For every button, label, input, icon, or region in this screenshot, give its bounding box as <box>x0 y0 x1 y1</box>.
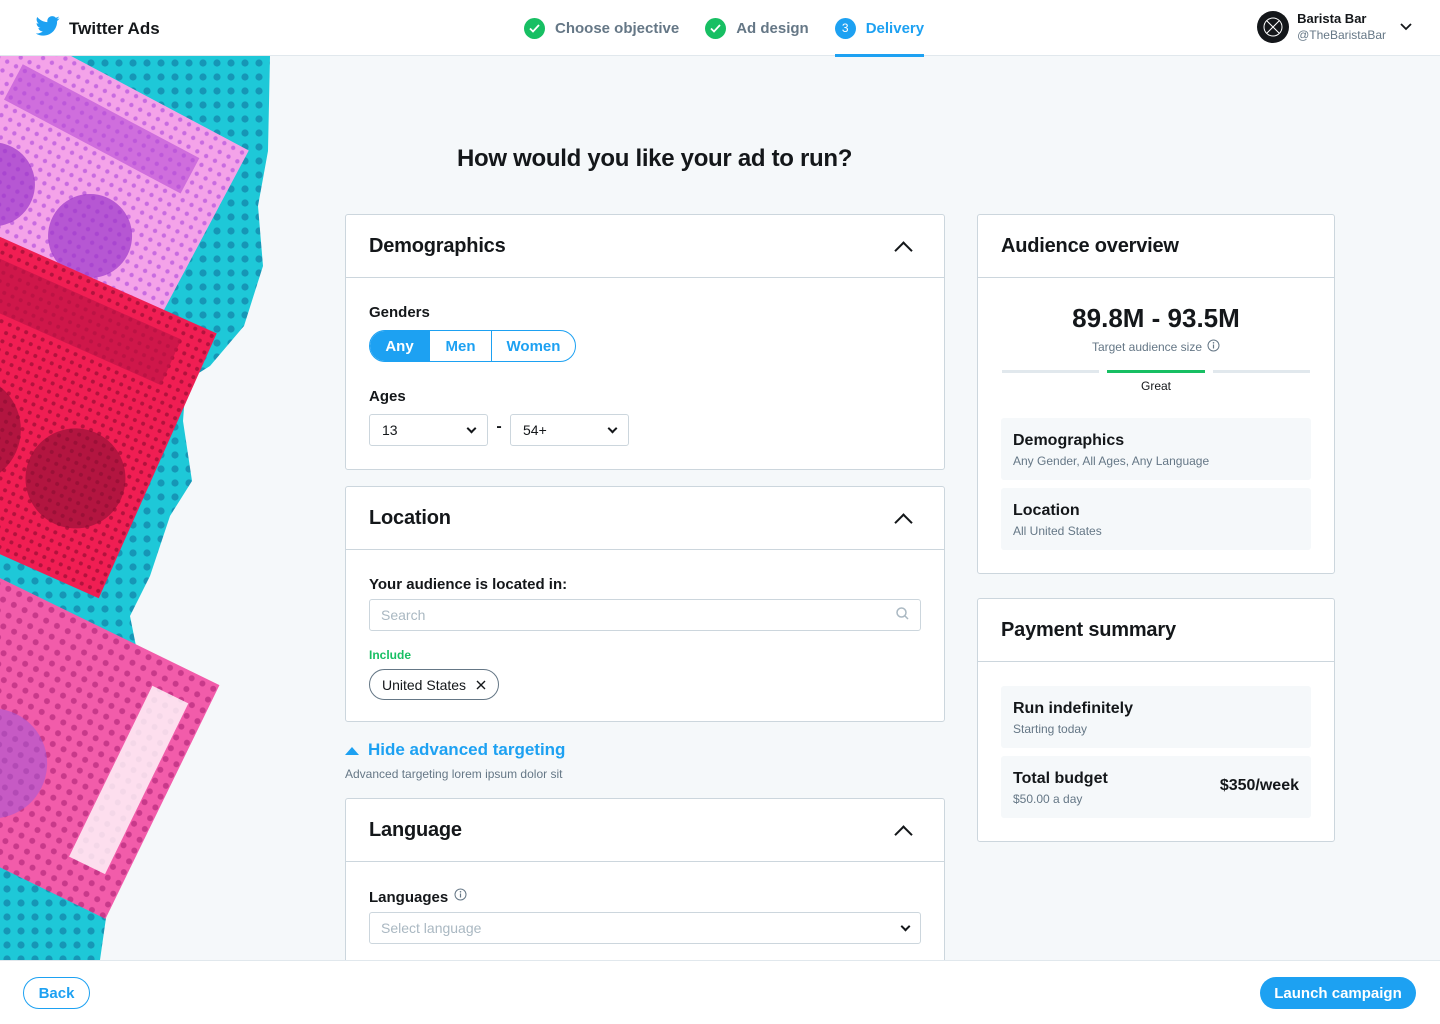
step-label: Delivery <box>865 19 925 37</box>
audience-header: Audience overview <box>978 215 1334 278</box>
card-title: Language <box>369 819 462 841</box>
location-label: Your audience is located in: <box>369 576 568 593</box>
summary-sub: Any Gender, All Ages, Any Language <box>1013 454 1210 468</box>
age-separator: - <box>496 418 502 435</box>
summary-title: Demographics <box>1013 432 1125 449</box>
age-min-select[interactable]: 13 <box>369 414 488 446</box>
chevron-down-icon <box>607 423 618 433</box>
search-placeholder: Search <box>381 607 426 623</box>
card-title: Payment summary <box>1001 619 1176 641</box>
brand[interactable]: Twitter Ads <box>35 16 160 41</box>
language-placeholder: Select language <box>381 920 482 936</box>
summary-title: Run indefinitely <box>1013 700 1133 717</box>
step-number: 3 <box>834 17 856 39</box>
info-icon[interactable] <box>1207 339 1220 355</box>
chip-label: United States <box>382 676 467 693</box>
bottom-bar: Back Launch campaign <box>0 960 1440 1024</box>
ages-label: Ages <box>369 388 406 405</box>
launch-campaign-button[interactable]: Launch campaign <box>1260 977 1416 1009</box>
step-label: Choose objective <box>555 19 680 37</box>
location-summary: Location All United States <box>1001 488 1311 550</box>
gender-any-button[interactable]: Any <box>370 331 430 361</box>
avatar <box>1257 11 1290 43</box>
chevron-down-icon <box>466 423 477 433</box>
audience-meter <box>1002 370 1310 373</box>
payment-summary-card: Payment summary Run indefinitely Startin… <box>977 598 1335 842</box>
card-title: Demographics <box>369 235 506 257</box>
age-max-value: 54+ <box>523 422 547 438</box>
account-switcher[interactable]: Barista Bar @TheBaristaBar <box>1257 11 1412 43</box>
summary-title: Location <box>1013 502 1080 519</box>
summary-sub: All United States <box>1013 524 1102 538</box>
search-icon <box>896 607 909 623</box>
check-icon <box>705 17 727 39</box>
budget-summary: Total budget $50.00 a day $350/week <box>1001 756 1311 818</box>
back-button[interactable]: Back <box>23 977 90 1009</box>
demographics-header[interactable]: Demographics <box>346 215 944 278</box>
audience-size: 89.8M - 93.5M <box>1072 303 1240 333</box>
progress-steps: Choose objective Ad design 3 Delivery <box>524 0 950 57</box>
gender-men-button[interactable]: Men <box>430 331 492 361</box>
advanced-subtitle: Advanced targeting lorem ipsum dolor sit <box>345 767 563 781</box>
genders-label: Genders <box>369 304 430 321</box>
chevron-up-icon[interactable] <box>894 513 913 532</box>
account-name: Barista Bar <box>1297 11 1367 26</box>
meter-segment-high <box>1213 370 1310 373</box>
run-summary: Run indefinitely Starting today <box>1001 686 1311 748</box>
top-bar: Twitter Ads Choose objective Ad design 3… <box>0 0 1440 57</box>
chevron-up-icon[interactable] <box>894 825 913 844</box>
advanced-link-label: Hide advanced targeting <box>368 740 566 759</box>
caret-up-icon <box>345 740 359 760</box>
card-title: Audience overview <box>1001 235 1179 257</box>
include-label: Include <box>369 648 412 662</box>
payment-header: Payment summary <box>978 599 1334 662</box>
twitter-bird-icon <box>35 16 60 41</box>
audience-rating: Great <box>1140 379 1171 393</box>
audience-overview-card: Audience overview 89.8M - 93.5M Target a… <box>977 214 1335 574</box>
step-choose-objective[interactable]: Choose objective <box>524 0 679 56</box>
language-card: Language Languages Select language <box>345 798 945 973</box>
meter-segment-great <box>1107 370 1205 373</box>
demographics-summary: Demographics Any Gender, All Ages, Any L… <box>1001 418 1311 480</box>
card-title: Location <box>369 507 451 529</box>
info-icon[interactable] <box>454 888 467 906</box>
age-min-value: 13 <box>382 422 398 438</box>
languages-label: Languages <box>369 888 449 906</box>
account-handle: @TheBaristaBar <box>1297 28 1386 42</box>
language-header[interactable]: Language <box>346 799 944 862</box>
age-max-select[interactable]: 54+ <box>510 414 629 446</box>
demographics-card: Demographics Genders Any Men Women Ages … <box>345 214 945 470</box>
gender-women-button[interactable]: Women <box>492 331 575 361</box>
step-label: Ad design <box>736 19 809 37</box>
hide-advanced-targeting-link[interactable]: Hide advanced targeting <box>345 740 565 760</box>
audience-size-label: Target audience size <box>1091 340 1203 354</box>
summary-sub: Starting today <box>1013 722 1088 736</box>
brand-name: Twitter Ads <box>69 18 160 38</box>
chevron-down-icon[interactable] <box>1400 18 1412 36</box>
chevron-down-icon <box>900 921 911 931</box>
location-search-input[interactable]: Search <box>369 599 921 631</box>
location-header[interactable]: Location <box>346 487 944 550</box>
chevron-up-icon[interactable] <box>894 241 913 260</box>
location-chip: United States <box>369 669 500 700</box>
budget-value: $350/week <box>1219 777 1299 794</box>
language-select[interactable]: Select language <box>369 912 921 944</box>
location-card: Location Your audience is located in: Se… <box>345 486 945 722</box>
step-ad-design[interactable]: Ad design <box>705 0 809 56</box>
meter-segment-low <box>1002 370 1099 373</box>
check-icon <box>524 17 545 39</box>
page-title: How would you like your ad to run? <box>457 145 853 172</box>
close-icon[interactable] <box>476 677 486 693</box>
gender-toggle: Any Men Women <box>369 330 576 362</box>
decorative-illustration <box>0 56 270 960</box>
step-delivery[interactable]: 3 Delivery <box>834 0 925 57</box>
